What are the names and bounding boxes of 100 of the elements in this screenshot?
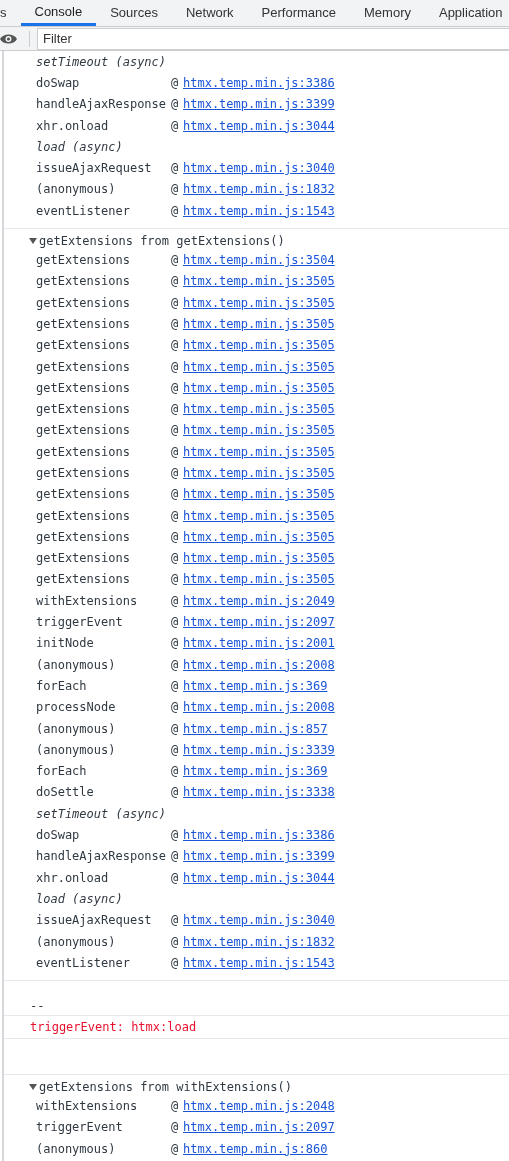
source-link[interactable]: htmx.temp.min.js:1543 xyxy=(183,955,335,970)
function-name: getExtensions xyxy=(36,295,131,310)
trace-header[interactable]: getExtensions from getExtensions() xyxy=(4,232,509,250)
function-name: triggerEvent xyxy=(36,615,124,630)
source-link[interactable]: htmx.temp.min.js:3505 xyxy=(183,444,335,459)
source-link[interactable]: htmx.temp.min.js:3386 xyxy=(183,828,335,843)
at-sign: @ xyxy=(171,466,180,480)
async-label: setTimeout (async) xyxy=(36,806,167,821)
trace-header[interactable]: getExtensions from withExtensions() xyxy=(4,1078,509,1096)
tab[interactable]: Sources xyxy=(96,0,172,26)
at-sign: @ xyxy=(171,444,180,459)
source-link[interactable]: htmx.temp.min.js:3338 xyxy=(183,785,335,800)
source-link[interactable]: htmx.temp.min.js:3505 xyxy=(183,551,335,566)
error-message: triggerEvent: htmx:load xyxy=(29,1019,198,1037)
source-link[interactable]: htmx.temp.min.js:3040 xyxy=(183,161,335,176)
at-sign: @ xyxy=(171,657,180,672)
at-sign: @ xyxy=(171,1141,180,1156)
source-link[interactable]: htmx.temp.min.js:3504 xyxy=(183,253,335,267)
function-name: getExtensions xyxy=(36,529,131,544)
tab[interactable]: Memory xyxy=(350,0,425,26)
function-name: doSwap xyxy=(36,828,81,843)
source-link[interactable]: htmx.temp.min.js:369 xyxy=(183,678,328,693)
at-sign: @ xyxy=(171,402,180,417)
source-link[interactable]: htmx.temp.min.js:857 xyxy=(183,721,328,736)
source-link[interactable]: htmx.temp.min.js:3505 xyxy=(183,487,335,502)
source-link[interactable]: htmx.temp.min.js:2001 xyxy=(183,636,335,651)
source-link[interactable]: htmx.temp.min.js:2049 xyxy=(183,593,335,608)
source-link[interactable]: htmx.temp.min.js:2048 xyxy=(183,1099,335,1114)
function-name: withExtensions xyxy=(36,1099,139,1114)
function-name: eventListener xyxy=(36,203,131,218)
at-sign: @ xyxy=(171,1099,180,1114)
function-name: getExtensions xyxy=(36,466,131,480)
at-sign: @ xyxy=(171,118,180,133)
source-link[interactable]: htmx.temp.min.js:3505 xyxy=(183,359,335,374)
at-sign: @ xyxy=(171,955,180,970)
function-name: getExtensions xyxy=(36,338,131,353)
at-sign: @ xyxy=(171,338,180,353)
source-link[interactable]: htmx.temp.min.js:3505 xyxy=(183,572,335,587)
source-link[interactable]: htmx.temp.min.js:3040 xyxy=(183,913,335,928)
source-link[interactable]: htmx.temp.min.js:1543 xyxy=(183,203,335,218)
source-link[interactable]: htmx.temp.min.js:3505 xyxy=(183,529,335,544)
source-link[interactable]: htmx.temp.min.js:2008 xyxy=(183,700,335,715)
source-link[interactable]: htmx.temp.min.js:3339 xyxy=(183,742,335,757)
at-sign: @ xyxy=(171,849,180,864)
trace-title: getExtensions from getExtensions() xyxy=(39,233,285,248)
function-name: triggerEvent xyxy=(36,1120,124,1135)
source-link[interactable]: htmx.temp.min.js:3505 xyxy=(183,402,335,417)
source-link[interactable]: htmx.temp.min.js:3505 xyxy=(183,295,335,310)
function-name: handleAjaxResponse xyxy=(36,849,168,864)
at-sign: @ xyxy=(171,870,180,885)
function-name: getExtensions xyxy=(36,444,131,459)
source-link[interactable]: htmx.temp.min.js:1832 xyxy=(183,934,335,949)
source-link[interactable]: htmx.temp.min.js:3505 xyxy=(183,466,335,480)
source-link[interactable]: htmx.temp.min.js:3505 xyxy=(183,316,335,331)
at-sign: @ xyxy=(171,678,180,693)
source-link[interactable]: htmx.temp.min.js:3505 xyxy=(183,508,335,523)
source-link[interactable]: htmx.temp.min.js:2097 xyxy=(183,1120,335,1135)
expand-triangle-icon[interactable] xyxy=(29,237,37,244)
tab[interactable]: s xyxy=(0,0,21,26)
source-link[interactable]: htmx.temp.min.js:3505 xyxy=(183,423,335,438)
function-name: initNode xyxy=(36,636,95,651)
function-name: (anonymous) xyxy=(36,934,117,949)
source-link[interactable]: htmx.temp.min.js:2097 xyxy=(183,615,335,630)
source-link[interactable]: htmx.temp.min.js:3399 xyxy=(183,97,335,112)
function-name: getExtensions xyxy=(36,551,131,566)
source-link[interactable]: htmx.temp.min.js:3505 xyxy=(183,338,335,353)
at-sign: @ xyxy=(171,508,180,523)
source-link[interactable]: htmx.temp.min.js:3044 xyxy=(183,118,335,133)
function-name: forEach xyxy=(36,678,88,693)
function-name: handleAjaxResponse xyxy=(36,97,168,112)
at-sign: @ xyxy=(171,785,180,800)
at-sign: @ xyxy=(171,423,180,438)
function-name: (anonymous) xyxy=(36,1141,117,1156)
source-link[interactable]: htmx.temp.min.js:3044 xyxy=(183,870,335,885)
source-link[interactable]: htmx.temp.min.js:3399 xyxy=(183,849,335,864)
at-sign: @ xyxy=(171,316,180,331)
at-sign: @ xyxy=(171,529,180,544)
source-link[interactable]: htmx.temp.min.js:3505 xyxy=(183,274,335,289)
source-link[interactable]: htmx.temp.min.js:860 xyxy=(183,1141,328,1156)
tab[interactable]: Performance xyxy=(247,0,350,26)
at-sign: @ xyxy=(171,1120,180,1135)
source-link[interactable]: htmx.temp.min.js:3386 xyxy=(183,75,335,90)
at-sign: @ xyxy=(171,487,180,502)
function-name: (anonymous) xyxy=(36,657,117,672)
at-sign: @ xyxy=(171,828,180,843)
eye-icon[interactable] xyxy=(0,33,17,44)
at-sign: @ xyxy=(171,295,180,310)
expand-triangle-icon[interactable] xyxy=(29,1083,37,1090)
source-link[interactable]: htmx.temp.min.js:2008 xyxy=(183,657,335,672)
source-link[interactable]: htmx.temp.min.js:369 xyxy=(183,764,328,779)
function-name: getExtensions xyxy=(36,359,131,374)
tab[interactable]: Network xyxy=(171,0,248,26)
at-sign: @ xyxy=(171,721,180,736)
at-sign: @ xyxy=(171,75,180,90)
at-sign: @ xyxy=(171,572,180,587)
tab[interactable]: Application xyxy=(424,0,509,26)
function-name: (anonymous) xyxy=(36,182,117,197)
source-link[interactable]: htmx.temp.min.js:1832 xyxy=(183,182,335,197)
filter-field[interactable]: Filter xyxy=(37,27,509,50)
source-link[interactable]: htmx.temp.min.js:3505 xyxy=(183,380,335,395)
